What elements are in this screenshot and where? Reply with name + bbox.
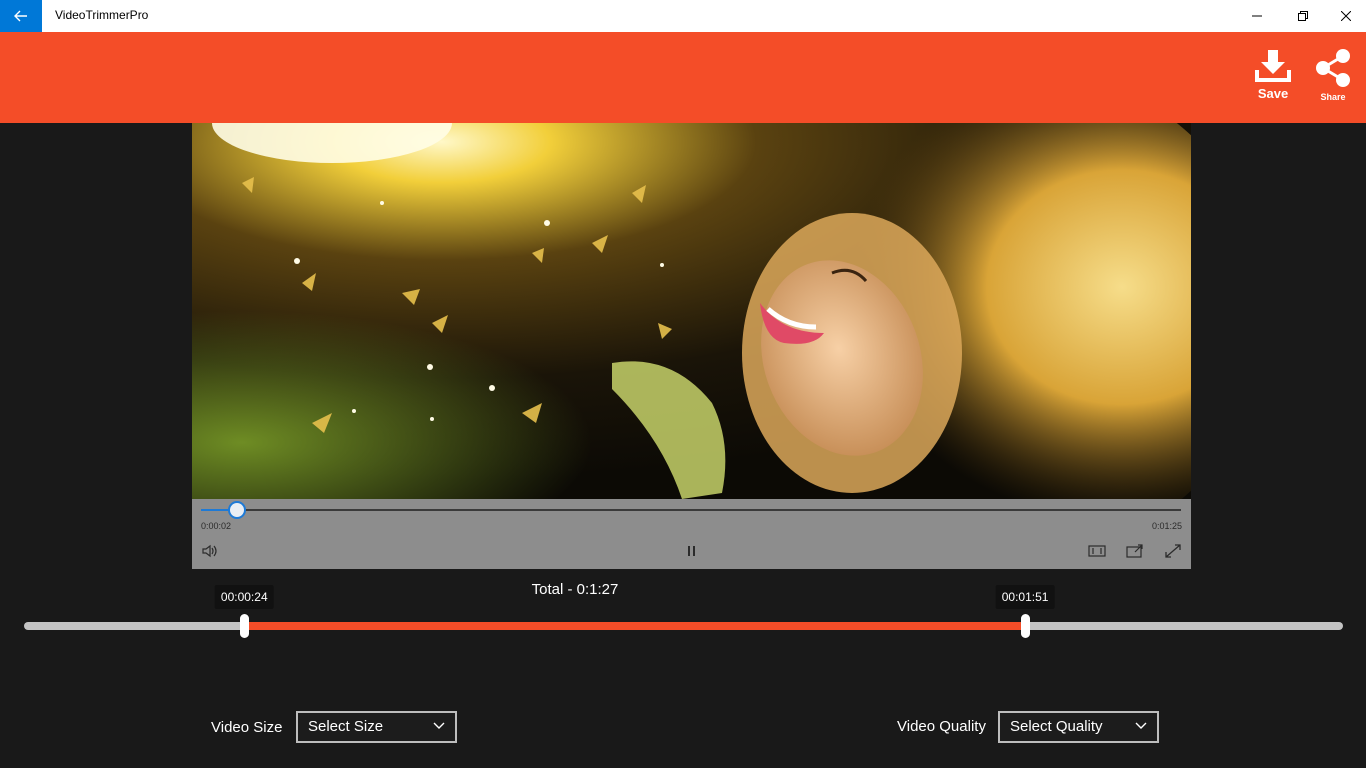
minimize-icon: [1252, 15, 1262, 17]
seek-thumb[interactable]: [228, 501, 247, 519]
fullscreen-icon[interactable]: [1164, 543, 1182, 559]
save-label: Save: [1257, 86, 1289, 101]
back-button[interactable]: [0, 0, 42, 32]
trim-selected-range: [244, 622, 1026, 630]
close-icon: [1341, 11, 1351, 21]
share-label: Share: [1320, 92, 1346, 102]
share-button[interactable]: Share: [1308, 48, 1358, 108]
player-controls: 0:00:02 0:01:25: [192, 499, 1191, 569]
title-bar: VideoTrimmerPro: [0, 0, 1366, 32]
video-quality-label: Video Quality: [897, 718, 986, 735]
video-size-value: Select Size: [308, 718, 384, 735]
save-button[interactable]: Save: [1248, 48, 1298, 108]
minimize-button[interactable]: [1234, 0, 1280, 32]
arrow-left-icon: [14, 10, 27, 22]
end-time: 0:01:25: [1151, 521, 1182, 531]
current-time: 0:00:02: [201, 521, 232, 531]
video-frame[interactable]: [192, 123, 1191, 499]
video-still-image: [192, 123, 1191, 499]
trim-end-tooltip: 00:01:51: [995, 585, 1055, 609]
total-duration-label: Total - 0:1:27: [531, 581, 619, 598]
video-size-select[interactable]: Select Size: [296, 711, 457, 743]
trim-start-tooltip: 00:00:24: [214, 585, 274, 609]
share-icon: [1316, 49, 1350, 87]
aspect-ratio-icon[interactable]: [1088, 543, 1106, 559]
video-size-label: Video Size: [211, 719, 283, 736]
app-title: VideoTrimmerPro: [55, 8, 149, 22]
app-header: Save Share: [0, 32, 1366, 123]
restore-icon: [1298, 11, 1308, 21]
restore-button[interactable]: [1280, 0, 1326, 32]
seek-bar[interactable]: [201, 501, 1181, 519]
video-quality-value: Select Quality: [1010, 718, 1103, 735]
trim-start-handle[interactable]: [240, 614, 250, 638]
chevron-down-icon: [433, 722, 445, 729]
cast-icon[interactable]: [1126, 543, 1144, 559]
close-button[interactable]: [1326, 0, 1366, 32]
chevron-down-icon: [1135, 722, 1147, 729]
pause-icon[interactable]: [683, 543, 701, 559]
video-quality-select[interactable]: Select Quality: [998, 711, 1159, 743]
trim-end-handle[interactable]: [1021, 614, 1031, 638]
download-icon: [1255, 50, 1291, 82]
volume-icon[interactable]: [201, 543, 219, 559]
trim-slider[interactable]: 00:00:24 00:01:51: [24, 585, 1343, 638]
